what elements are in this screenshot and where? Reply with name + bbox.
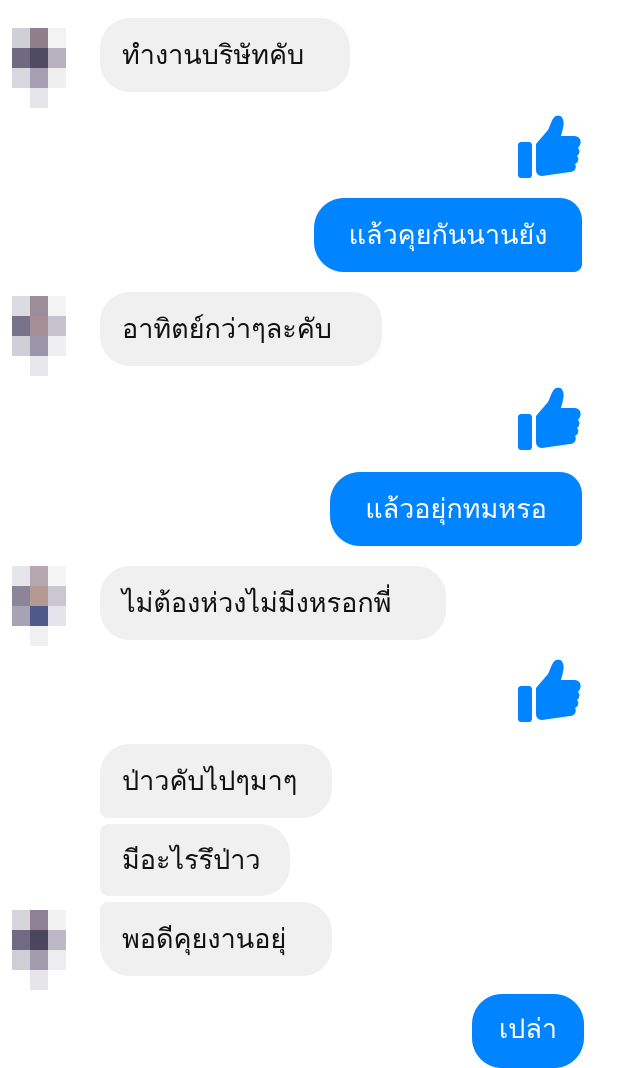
thumbs-up-icon[interactable] — [516, 384, 582, 452]
message-text: ป่าวคับไปๆมาๆ — [122, 765, 298, 797]
thumbs-up-icon[interactable] — [516, 656, 582, 724]
message-text: แล้วคุยกันนานยัง — [348, 219, 548, 251]
outgoing-message[interactable]: เปล่า — [472, 994, 584, 1068]
outgoing-message[interactable]: แล้วอยุ่กทมหรอ — [330, 472, 582, 546]
contact-avatar[interactable] — [12, 296, 66, 376]
message-text: ทำงานบริษัทคับ — [122, 39, 305, 71]
incoming-message[interactable]: อาทิตย์กว่าๆละคับ — [100, 292, 382, 366]
message-text: แล้วอยุ่กทมหรอ — [365, 493, 547, 525]
contact-avatar[interactable] — [12, 910, 66, 990]
incoming-message[interactable]: พอดีคุยงานอยุ่ — [100, 902, 332, 976]
incoming-message[interactable]: ป่าวคับไปๆมาๆ — [100, 744, 332, 818]
message-text: เปล่า — [498, 1014, 558, 1045]
message-thread: ทำงานบริษัทคับ แล้วคุยกันนานยัง อาทิตย์ก… — [0, 0, 620, 1068]
thumbs-up-icon[interactable] — [516, 112, 582, 180]
contact-avatar[interactable] — [12, 28, 66, 108]
incoming-message[interactable]: มีอะไรรึป่าว — [100, 824, 290, 896]
message-text: ไม่ต้องห่วงไม่มีงหรอกพี่ — [122, 587, 392, 619]
message-text: พอดีคุยงานอยุ่ — [122, 923, 287, 955]
incoming-message[interactable]: ไม่ต้องห่วงไม่มีงหรอกพี่ — [100, 566, 446, 640]
incoming-message[interactable]: ทำงานบริษัทคับ — [100, 18, 350, 92]
message-text: มีอะไรรึป่าว — [122, 844, 261, 876]
message-text: อาทิตย์กว่าๆละคับ — [122, 313, 332, 345]
contact-avatar[interactable] — [12, 566, 66, 646]
outgoing-message[interactable]: แล้วคุยกันนานยัง — [314, 198, 582, 272]
